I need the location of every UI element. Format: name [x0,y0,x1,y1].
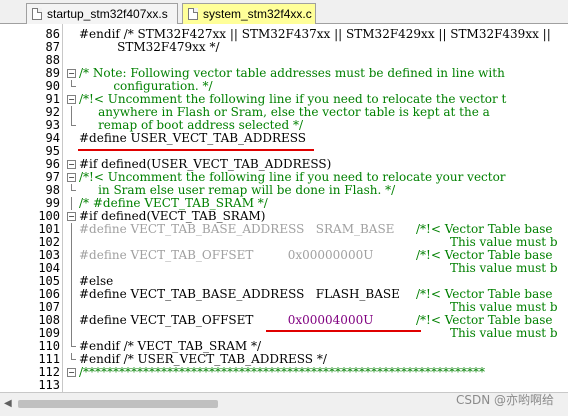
code-text: #define VECT_TAB_BASE_ADDRESS SRAM_BASE [79,222,395,236]
fold-line [71,288,72,301]
fold-line [71,106,72,119]
fold-toggle-icon[interactable]: − [67,212,76,221]
fold-end-marker [71,340,76,347]
fold-line [71,223,72,236]
fold-end-marker [71,184,76,191]
code-text: #define VECT_TAB_OFFSET 0x00000000U [79,248,374,262]
tab-startup-file[interactable]: startup_stm32f407xx.s [26,3,178,24]
tab-label: system_stm32f4xx.c [203,6,312,21]
tab-label: startup_stm32f407xx.s [47,6,168,21]
fold-end-marker [71,353,76,360]
fold-line [71,197,72,210]
side-comment: This value must b [450,326,558,340]
file-icon [32,8,42,20]
fold-toggle-icon[interactable]: − [67,368,76,377]
watermark: CSDN @亦哟啊给 [455,393,554,407]
code-text: #define VECT_TAB_BASE_ADDRESS FLASH_BASE [79,287,400,301]
hex-literal: 0x00004000U [287,313,374,327]
fold-line [71,275,72,288]
fold-end-marker [71,119,76,126]
code-text: STM32F479xx */ [79,40,220,54]
fold-toggle-icon[interactable]: − [67,160,76,169]
fold-line [71,262,72,275]
fold-line [71,314,72,327]
editor-tab-bar: startup_stm32f407xx.s system_stm32f4xx.c [0,0,568,24]
fold-line [71,236,72,249]
code-text: #define USER_VECT_TAB_ADDRESS [79,131,306,145]
fold-line [71,327,72,340]
tab-system-file[interactable]: system_stm32f4xx.c [182,3,316,24]
code-line: 112 − /*********************************… [0,366,568,379]
line-number: 113 [38,378,60,392]
code-text: #define VECT_TAB_OFFSET 0x00004000U [79,313,374,327]
code-line: 87 STM32F479xx */ [0,41,568,54]
code-line: 113 [0,379,568,392]
scroll-left-icon[interactable]: ◀ [4,398,12,409]
fold-toggle-icon[interactable]: − [67,69,76,78]
code-editor[interactable]: 86 #endif /* STM32F427xx || STM32F437xx … [0,24,568,392]
fold-toggle-icon[interactable]: − [67,173,76,182]
fold-line [71,301,72,314]
code-text: /***************************************… [79,365,486,379]
scrollbar-thumb[interactable] [18,400,218,408]
code-line: 94 #define USER_VECT_TAB_ADDRESS [0,132,568,145]
fold-toggle-icon[interactable]: − [67,95,76,104]
file-icon [188,8,198,20]
side-comment: This value must b [450,261,558,275]
fold-line [71,249,72,262]
fold-end-marker [71,80,76,87]
